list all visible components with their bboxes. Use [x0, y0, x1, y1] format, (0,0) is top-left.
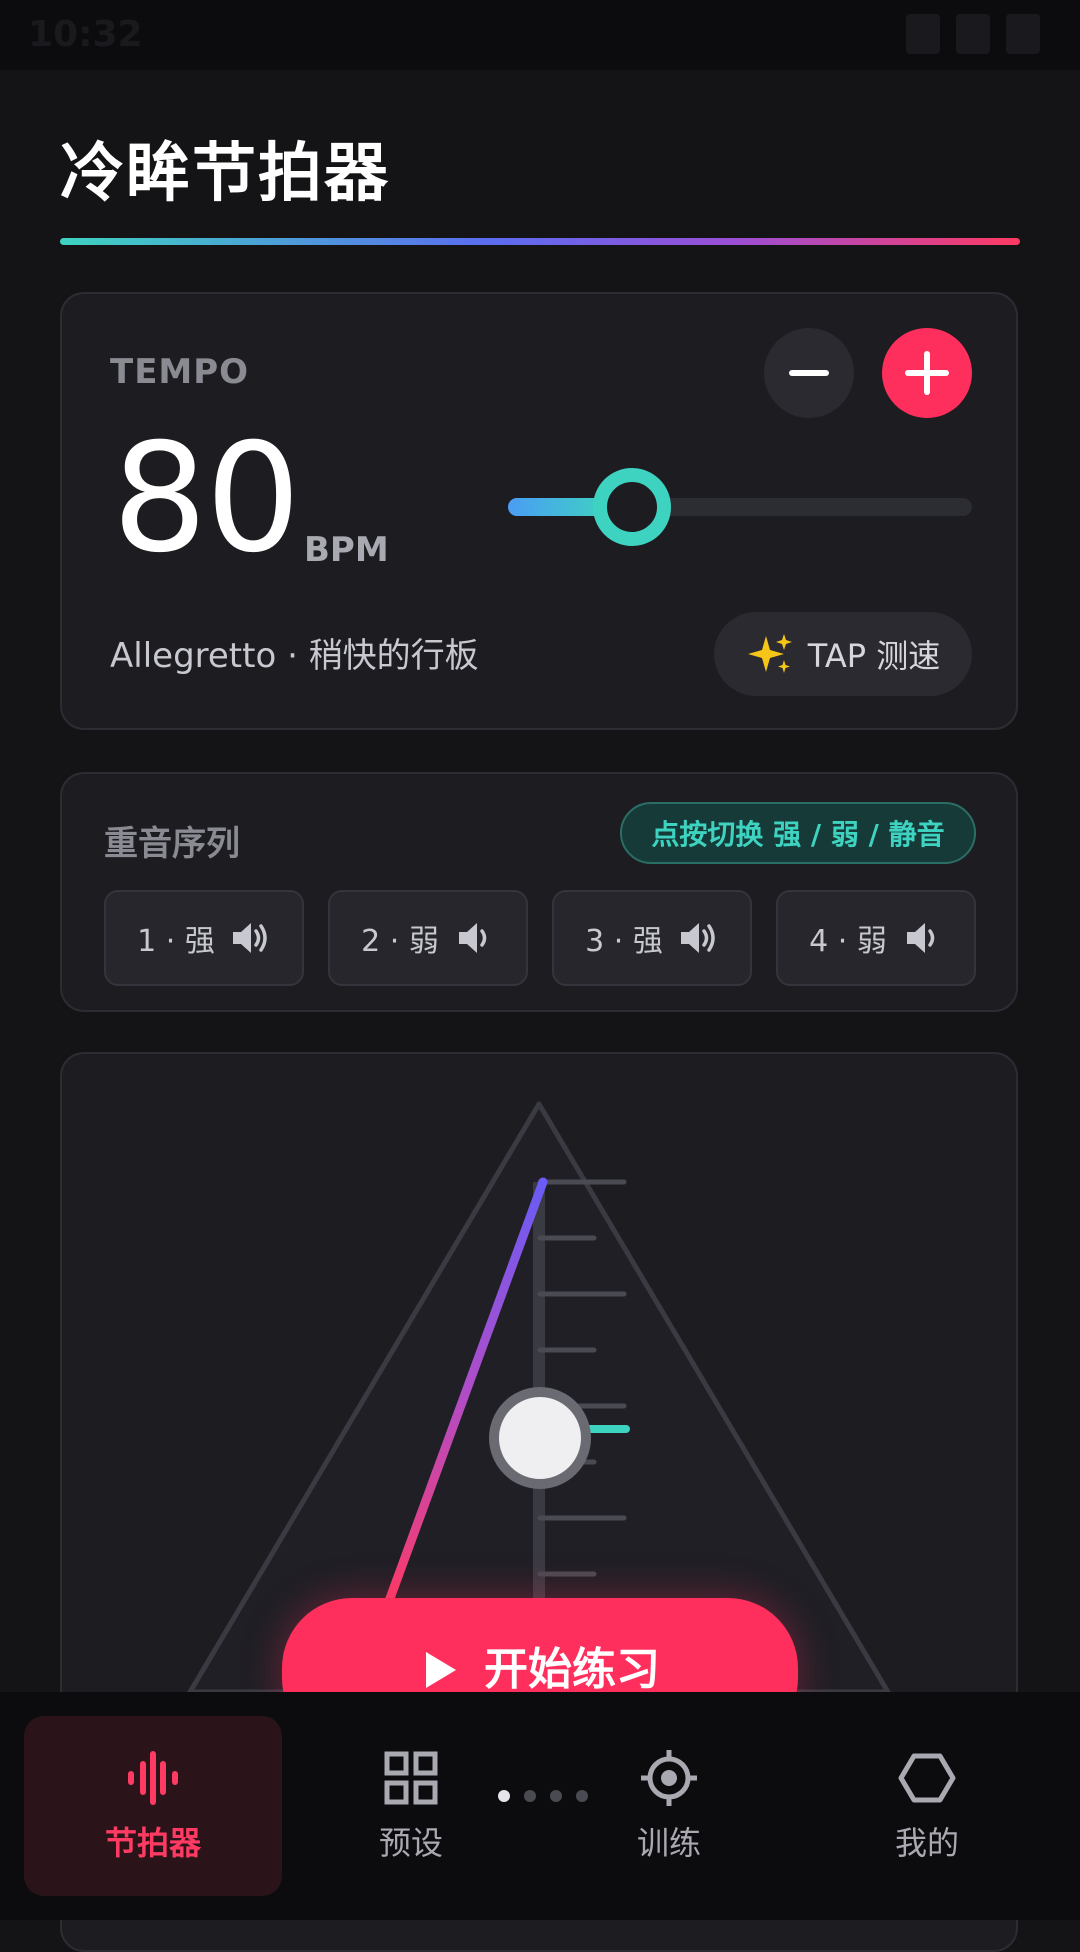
beat-label: 3 · 强 — [585, 924, 663, 959]
nav-item-profile[interactable]: 我的 — [798, 1716, 1056, 1896]
waveform-icon — [128, 1751, 178, 1805]
nav-label: 我的 — [894, 1824, 959, 1862]
nav-item-presets[interactable]: 预设 — [282, 1716, 540, 1896]
bpm-unit: BPM — [304, 530, 389, 570]
speaker-soft-icon — [906, 923, 935, 953]
page-dot — [498, 1790, 510, 1802]
bpm-value: 80 — [112, 412, 301, 586]
signal-icon — [956, 14, 990, 54]
nav-label: 节拍器 — [104, 1824, 201, 1862]
battery-icon — [1006, 14, 1040, 54]
status-bar: 10:32 — [0, 0, 1080, 70]
page-indicator — [498, 1790, 588, 1802]
target-icon — [641, 1750, 697, 1806]
speaker-loud-icon — [232, 923, 267, 953]
page-dot — [524, 1790, 536, 1802]
hexagon-icon — [898, 1753, 956, 1803]
grid-icon — [384, 1751, 438, 1805]
speaker-loud-icon — [680, 923, 715, 953]
increase-tempo-button[interactable] — [882, 328, 972, 418]
accent-hint-badge: 点按切换 强 / 弱 / 静音 — [620, 802, 976, 864]
title-gradient-divider — [60, 238, 1020, 245]
status-icons — [906, 14, 1040, 54]
page-title: 冷眸节拍器 — [60, 137, 390, 211]
tempo-card: TEMPO 80 BPM Allegretto · 稍快的行板 TAP 测速 — [60, 292, 1018, 730]
wifi-icon — [906, 14, 940, 54]
accent-card: 重音序列 点按切换 强 / 弱 / 静音 1 · 强 2 · 弱 3 · 强 4… — [60, 772, 1018, 1012]
plus-icon — [905, 351, 949, 395]
accent-title: 重音序列 — [104, 824, 240, 864]
start-practice-label: 开始练习 — [484, 1644, 660, 1695]
nav-item-metronome[interactable]: 节拍器 — [24, 1716, 282, 1896]
speaker-soft-icon — [458, 923, 487, 953]
beat-button-2[interactable]: 2 · 弱 — [328, 890, 528, 986]
tempo-name: Allegretto · 稍快的行板 — [110, 636, 479, 676]
decrease-tempo-button[interactable] — [764, 328, 854, 418]
metronome-visual — [187, 1101, 891, 1692]
nav-label: 训练 — [636, 1824, 701, 1862]
minus-icon — [789, 370, 829, 376]
status-time: 10:32 — [28, 14, 143, 55]
tempo-slider-thumb[interactable] — [593, 468, 671, 546]
beat-label: 1 · 强 — [137, 924, 215, 959]
beat-label: 4 · 弱 — [809, 924, 887, 959]
beat-button-3[interactable]: 3 · 强 — [552, 890, 752, 986]
page-dot — [550, 1790, 562, 1802]
tap-tempo-button[interactable]: TAP 测速 — [714, 612, 972, 696]
nav-label: 预设 — [378, 1824, 443, 1862]
page-dot — [576, 1790, 588, 1802]
nav-item-training[interactable]: 训练 — [540, 1716, 798, 1896]
pendulum-weight[interactable] — [489, 1387, 591, 1489]
tap-tempo-label: TAP 测速 — [807, 637, 941, 675]
tempo-slider[interactable] — [508, 468, 972, 546]
beat-label: 2 · 弱 — [361, 924, 439, 959]
sparkle-icon — [747, 634, 792, 673]
play-icon — [426, 1652, 456, 1688]
beat-button-1[interactable]: 1 · 强 — [104, 890, 304, 986]
tempo-label: TEMPO — [110, 352, 250, 392]
bottom-navigation: 节拍器 预设 训练 我的 — [0, 1692, 1080, 1920]
beat-button-4[interactable]: 4 · 弱 — [776, 890, 976, 986]
